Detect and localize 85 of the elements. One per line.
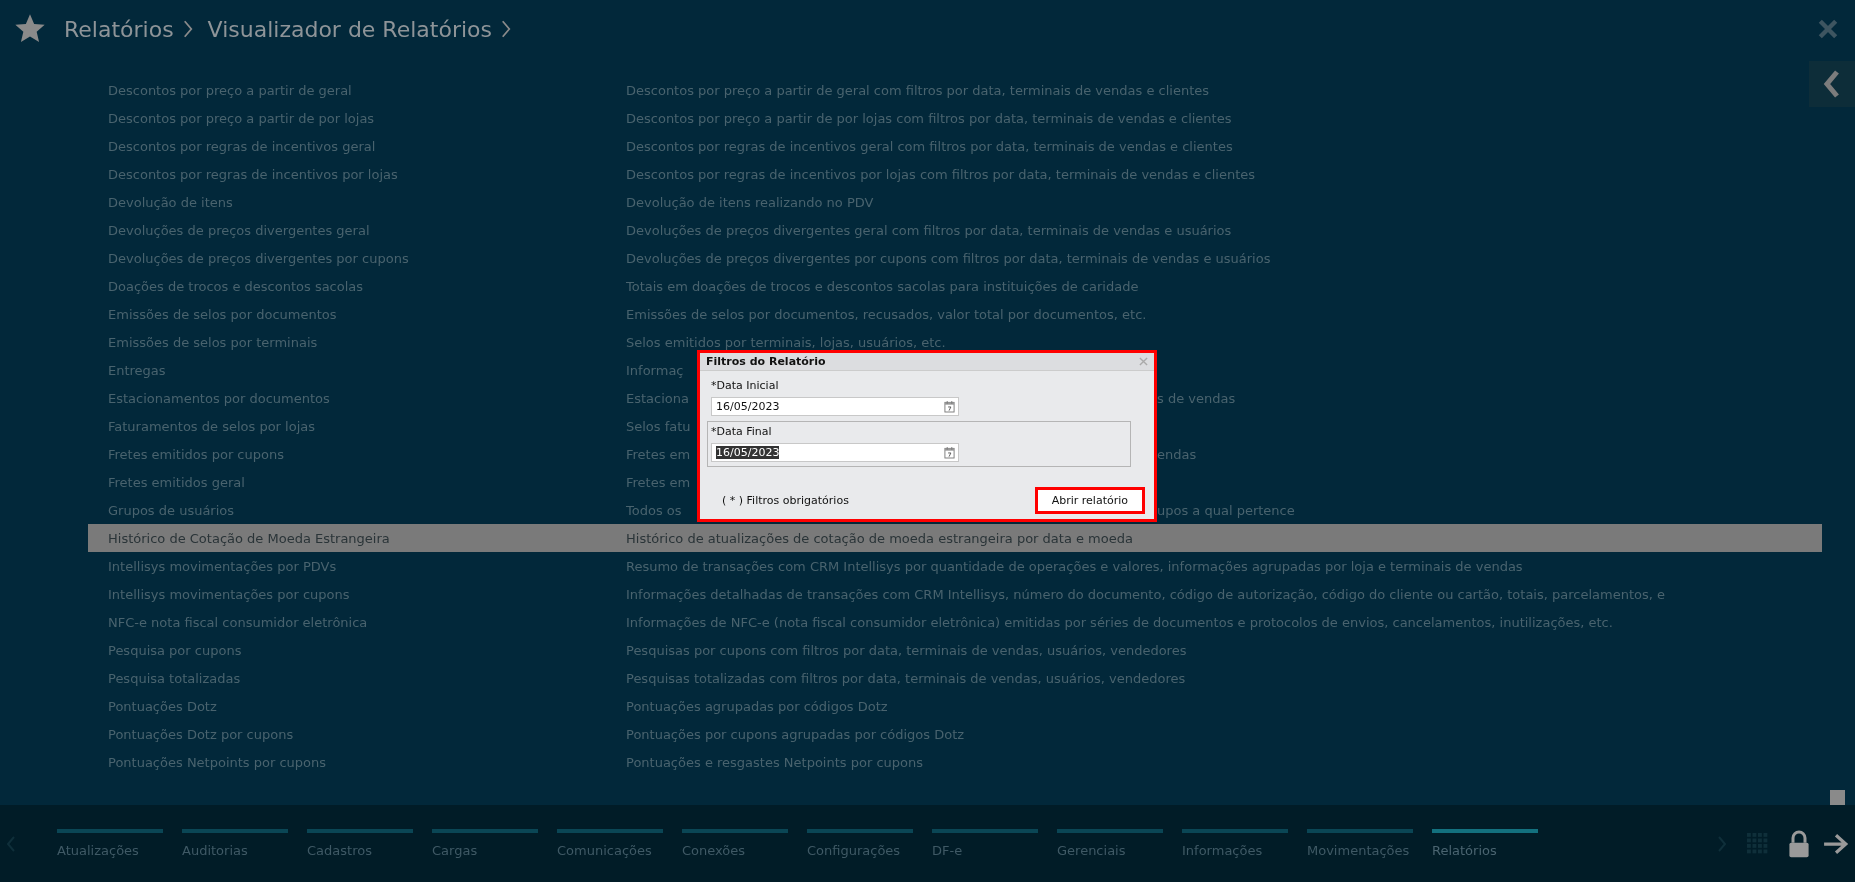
report-description: Histórico de atualizações de cotação de moeda estrangeira por data e moeda — [626, 530, 1133, 546]
report-name[interactable]: Fretes emitidos por cupons — [88, 446, 626, 462]
report-description: Devoluções de preços divergentes geral com filtros por data, terminais de vendas e usuários — [626, 222, 1232, 238]
report-name[interactable]: Doações de trocos e descontos sacolas — [88, 278, 626, 294]
report-name[interactable]: Entregas — [88, 362, 626, 378]
report-description: Pesquisas totalizadas com filtros por data, terminais de vendas, usuários, vendedores — [626, 670, 1186, 686]
report-description: Pontuações e resgastes Netpoints por cupons — [626, 754, 923, 770]
report-description: Devolução de itens realizando no PDV — [626, 194, 874, 210]
calendar-icon[interactable] — [944, 400, 955, 413]
report-name[interactable]: NFC-e nota fiscal consumidor eletrônica — [88, 614, 626, 630]
report-description: Totais em doações de trocos e descontos sacolas para instituições de caridade — [626, 278, 1139, 294]
report-name[interactable]: Devoluções de preços divergentes geral — [88, 222, 626, 238]
module-tab[interactable]: Movimentações — [1307, 829, 1413, 858]
report-description: Devoluções de preços divergentes por cupons com filtros por data, terminais de vendas e usuários — [626, 250, 1271, 266]
report-name[interactable]: Descontos por preço a partir de geral — [88, 82, 626, 98]
report-name[interactable]: Fretes emitidos geral — [88, 474, 626, 490]
report-description: Pontuações por cupons agrupadas por códigos Dotz — [626, 726, 965, 742]
report-description: endas — [1157, 446, 1197, 462]
report-description: Descontos por regras de incentivos geral com filtros por data, terminais de vendas e clientes — [626, 138, 1233, 154]
star-icon[interactable] — [14, 13, 46, 45]
report-name[interactable]: Descontos por regras de incentivos por lojas — [88, 166, 626, 182]
report-name[interactable]: Pesquisa totalizadas — [88, 670, 626, 686]
open-report-button[interactable]: Abrir relatório — [1034, 487, 1145, 514]
report-name[interactable]: Faturamentos de selos por lojas — [88, 418, 626, 434]
report-name[interactable]: Intellisys movimentações por PDVs — [88, 558, 626, 574]
report-name[interactable]: Pesquisa por cupons — [88, 642, 626, 658]
dialog-title: Filtros do Relatório — [706, 355, 826, 368]
report-description: Pesquisas por cupons com filtros por data, terminais de vendas, usuários, vendedores — [626, 642, 1187, 658]
close-icon[interactable] — [1817, 18, 1839, 40]
report-name[interactable]: Pontuações Netpoints por cupons — [88, 754, 626, 770]
report-description: Descontos por preço a partir de geral com filtros por data, terminais de vendas e clientes — [626, 82, 1210, 98]
chevron-right-icon — [499, 18, 512, 40]
report-description: Pontuações agrupadas por códigos Dotz — [626, 698, 888, 714]
breadcrumb-link[interactable]: Visualizador de Relatórios — [207, 16, 492, 42]
report-description: Todos os — [626, 502, 683, 518]
report-name[interactable]: Emissões de selos por terminais — [88, 334, 626, 350]
module-tab[interactable]: Gerenciais — [1057, 829, 1163, 858]
date-field[interactable]: 16/05/2023 — [711, 397, 959, 416]
module-tab[interactable]: Relatórios — [1432, 829, 1538, 858]
report-description: Emissões de selos por documentos, recusados, valor total por documentos, etc. — [626, 306, 1147, 322]
back-button[interactable] — [1809, 61, 1855, 107]
module-tab[interactable]: Cadastros — [307, 829, 413, 858]
report-name[interactable]: Descontos por preço a partir de por lojas — [88, 110, 626, 126]
report-description: Resumo de transações com CRM Intellisys por quantidade de operações e valores, informações agrupadas por loja e terminais de vendas — [626, 558, 1523, 574]
breadcrumb-link[interactable]: Relatórios — [64, 16, 174, 42]
field-label: *Data Final — [711, 425, 773, 438]
module-tab[interactable]: Auditorias — [182, 829, 288, 858]
report-name[interactable]: Devoluções de preços divergentes por cupons — [88, 250, 626, 266]
report-name[interactable]: Estacionamentos por documentos — [88, 390, 626, 406]
arrow-right-icon[interactable] — [1823, 831, 1849, 856]
report-description: Informações de NFC-e (nota fiscal consumidor eletrônica) emitidas por séries de documentos e protocolos de envios, cancelamentos, inutilizações, etc. — [626, 614, 1613, 630]
report-description: upos a qual pertence — [1157, 502, 1295, 518]
report-description: Selos emitidos por terminais, lojas, usuários, etc. — [626, 334, 946, 350]
module-tab[interactable]: Informações — [1182, 829, 1288, 858]
module-tab[interactable]: Configurações — [807, 829, 913, 858]
report-description: Informações detalhadas de transações com CRM Intellisys, número do documento, código de autorização, código do cliente ou cartão, totais, parcelamentos, e — [626, 586, 1665, 602]
report-description: Descontos por regras de incentivos por lojas com filtros por data, terminais de vendas e clientes — [626, 166, 1256, 182]
report-name[interactable]: Descontos por regras de incentivos geral — [88, 138, 626, 154]
module-tab[interactable]: DF-e — [932, 829, 1038, 858]
field-label: *Data Inicial — [711, 379, 780, 392]
report-description: s de vendas — [1157, 390, 1236, 406]
report-description: Descontos por preço a partir de por lojas com filtros por data, terminais de vendas e clientes — [626, 110, 1232, 126]
lock-icon[interactable] — [1787, 828, 1811, 859]
chevron-left-icon — [1822, 69, 1842, 99]
date-field[interactable]: 16/05/2023 — [711, 443, 959, 462]
report-description: Informaç — [626, 362, 685, 378]
report-description: Fretes em — [626, 474, 692, 490]
module-tab[interactable]: Comunicações — [557, 829, 663, 858]
report-name[interactable]: Histórico de Cotação de Moeda Estrangeira — [88, 530, 626, 546]
chevron-right-icon — [181, 18, 194, 40]
report-description: Fretes em — [626, 446, 692, 462]
required-note: ( * ) Filtros obrigatórios — [722, 494, 849, 507]
report-name[interactable]: Pontuações Dotz — [88, 698, 626, 714]
module-tab[interactable]: Atualizações — [57, 829, 163, 858]
module-tab[interactable]: Cargas — [432, 829, 538, 858]
report-name[interactable]: Devolução de itens — [88, 194, 626, 210]
selected-report-row[interactable]: Histórico de Cotação de Moeda Estrangeira Histórico de atualizações de cotação de moeda estrangeira por data e moeda — [88, 524, 1822, 552]
report-name[interactable]: Pontuações Dotz por cupons — [88, 726, 626, 742]
report-description: Estaciona — [626, 390, 690, 406]
report-description: Selos fatu — [626, 418, 692, 434]
report-name[interactable]: Emissões de selos por documentos — [88, 306, 626, 322]
calendar-icon[interactable] — [944, 446, 955, 459]
module-tab[interactable]: Conexões — [682, 829, 788, 858]
report-name[interactable]: Intellisys movimentações por cupons — [88, 586, 626, 602]
report-name[interactable]: Grupos de usuários — [88, 502, 626, 518]
